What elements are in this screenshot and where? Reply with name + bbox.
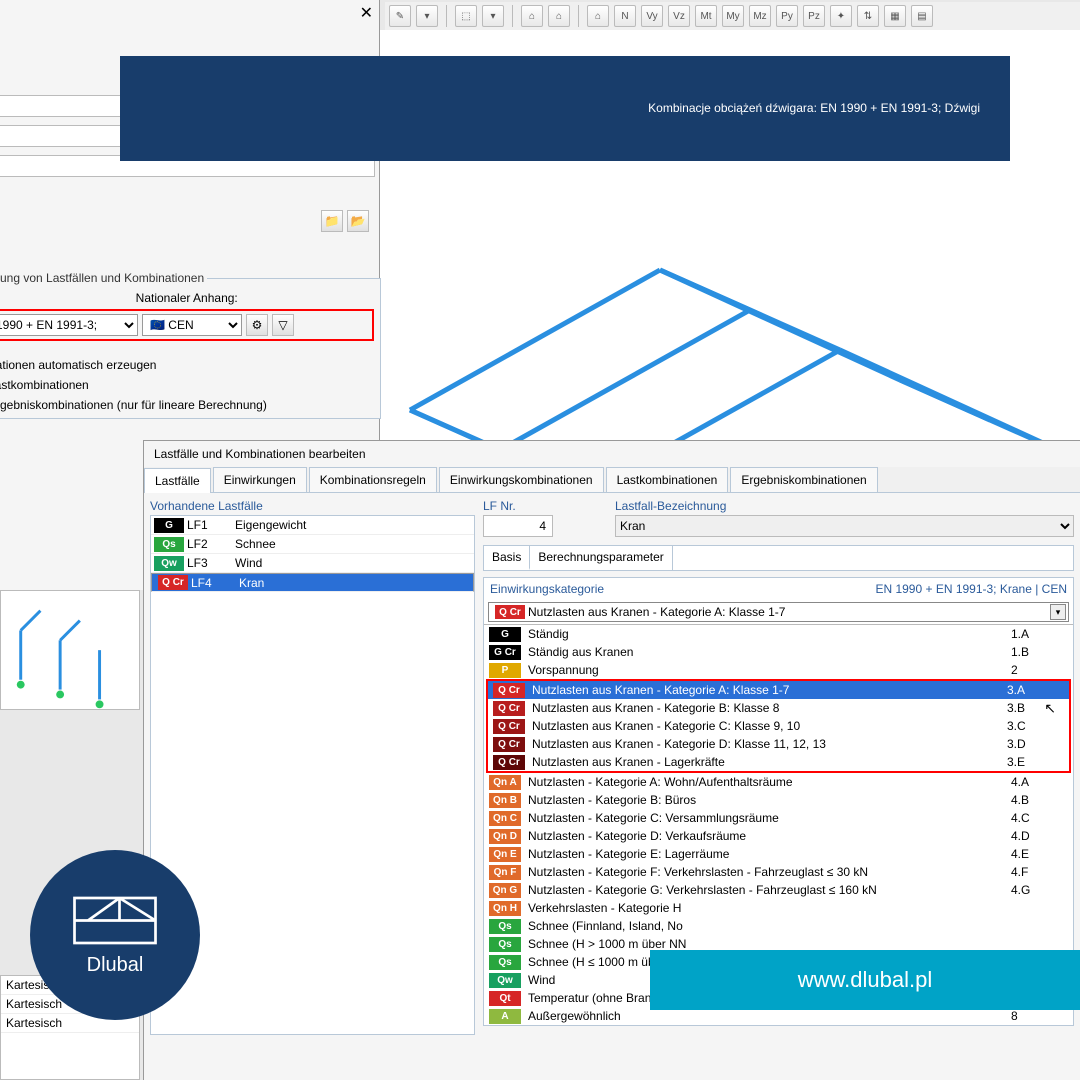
- main-tabs: LastfälleEinwirkungenKombinationsregelnE…: [144, 467, 1080, 493]
- category-combobox[interactable]: Q Cr Nutzlasten aus Kranen - Kategorie A…: [488, 602, 1069, 622]
- title-banner: Kombinacje obciążeń dźwigara: EN 1990 + …: [120, 56, 1010, 161]
- category-row[interactable]: Qn B Nutzlasten - Kategorie B: Büros4.B: [484, 791, 1073, 809]
- subtab-1[interactable]: Berechnungsparameter: [530, 546, 672, 570]
- toolbar-btn-10[interactable]: Mt: [695, 5, 717, 27]
- tab-4[interactable]: Lastkombinationen: [606, 467, 729, 492]
- groupbox-title: sifizierung von Lastfällen und Kombinati…: [0, 271, 207, 285]
- toolbar-btn-16[interactable]: ⇅: [857, 5, 879, 27]
- chevron-down-icon[interactable]: ▾: [1050, 604, 1066, 620]
- toolbar-btn-9[interactable]: Vz: [668, 5, 690, 27]
- cat-label: Einwirkungskategorie: [490, 582, 604, 596]
- category-row[interactable]: Q Cr Nutzlasten aus Kranen - Kategorie D…: [488, 735, 1069, 753]
- standard-groupbox: sifizierung von Lastfällen und Kombinati…: [0, 271, 381, 419]
- tab-1[interactable]: Einwirkungen: [213, 467, 307, 492]
- logo-text: Dlubal: [87, 954, 144, 977]
- tab-2[interactable]: Kombinationsregeln: [309, 467, 437, 492]
- category-row[interactable]: Qn G Nutzlasten - Kategorie G: Verkehrsl…: [484, 881, 1073, 899]
- settings-icon[interactable]: ⚙: [246, 314, 268, 336]
- annex-select[interactable]: 🇪🇺 CEN: [142, 314, 242, 336]
- icon-folder[interactable]: 📂: [347, 210, 369, 232]
- close-icon[interactable]: ✕: [360, 3, 373, 23]
- annex-label: Nationaler Anhang:: [136, 291, 238, 305]
- tab-3[interactable]: Einwirkungskombinationen: [439, 467, 604, 492]
- category-row[interactable]: Qn E Nutzlasten - Kategorie E: Lagerräum…: [484, 845, 1073, 863]
- category-row[interactable]: Q Cr Nutzlasten aus Kranen - Kategorie B…: [488, 699, 1069, 717]
- category-row[interactable]: Q Cr Nutzlasten aus Kranen - Kategorie C…: [488, 717, 1069, 735]
- loadcase-row[interactable]: QwLF3Wind: [151, 554, 474, 573]
- toolbar-btn-15[interactable]: ✦: [830, 5, 852, 27]
- banner-text: Kombinacje obciążeń dźwigara: EN 1990 + …: [648, 100, 980, 117]
- loadcase-row[interactable]: GLF1Eigengewicht: [151, 516, 474, 535]
- toolbar-btn-6[interactable]: ⌂: [587, 5, 609, 27]
- toolbar-btn-3[interactable]: ▾: [482, 5, 504, 27]
- category-row[interactable]: P Vorspannung2: [484, 661, 1073, 679]
- highlighted-standard-row: EN 1990 + EN 1991-3; 🇪🇺 CEN ⚙ ▽: [0, 309, 374, 341]
- icon-folder-add[interactable]: 📁: [321, 210, 343, 232]
- category-row[interactable]: Q Cr Nutzlasten aus Kranen - Lagerkräfte…: [488, 753, 1069, 771]
- tab-0[interactable]: Lastfälle: [144, 468, 211, 493]
- lfnr-input[interactable]: [483, 515, 553, 537]
- tag-qcr: Q Cr: [495, 605, 525, 619]
- toolbar-btn-8[interactable]: Vy: [641, 5, 663, 27]
- top-toolbar: ✎▾⬚▾⌂⌂⌂NVyVzMtMyMzPyPz✦⇅▦▤: [385, 2, 1080, 30]
- filter-icon[interactable]: ▽: [272, 314, 294, 336]
- toolbar-btn-5[interactable]: ⌂: [548, 5, 570, 27]
- loadcase-list[interactable]: GLF1Eigengewicht QsLF2Schnee QwLF3Wind Q…: [150, 515, 475, 1035]
- category-row[interactable]: Qs Schnee (Finnland, Island, No: [484, 917, 1073, 935]
- toolbar-btn-17[interactable]: ▦: [884, 5, 906, 27]
- toolbar-btn-18[interactable]: ▤: [911, 5, 933, 27]
- subtab-0[interactable]: Basis: [484, 546, 530, 570]
- bez-select[interactable]: Kran: [615, 515, 1074, 537]
- auto-create-label: ombinationen automatisch erzeugen: [0, 358, 374, 372]
- cat-standard: EN 1990 + EN 1991-3; Krane | CEN: [875, 582, 1067, 596]
- dialog-title: Lastfälle und Kombinationen bearbeiten: [144, 441, 1080, 467]
- toolbar-btn-2[interactable]: ⬚: [455, 5, 477, 27]
- dlubal-logo: Dlubal: [30, 850, 200, 1020]
- toolbar-btn-13[interactable]: Py: [776, 5, 798, 27]
- toolbar-btn-0[interactable]: ✎: [389, 5, 411, 27]
- toolbar-btn-1[interactable]: ▾: [416, 5, 438, 27]
- category-row[interactable]: G Ständig1.A: [484, 625, 1073, 643]
- toolbar-btn-7[interactable]: N: [614, 5, 636, 27]
- mini-viewport: [0, 590, 140, 710]
- toolbar-btn-12[interactable]: Mz: [749, 5, 771, 27]
- category-row[interactable]: Qn H Verkehrslasten - Kategorie H: [484, 899, 1073, 917]
- toolbar-btn-11[interactable]: My: [722, 5, 744, 27]
- loadcase-row[interactable]: QsLF2Schnee: [151, 535, 474, 554]
- category-row[interactable]: Qn A Nutzlasten - Kategorie A: Wohn/Aufe…: [484, 773, 1073, 791]
- category-row[interactable]: Qn F Nutzlasten - Kategorie F: Verkehrsl…: [484, 863, 1073, 881]
- category-row[interactable]: Qn C Nutzlasten - Kategorie C: Versammlu…: [484, 809, 1073, 827]
- tab-5[interactable]: Ergebniskombinationen: [730, 467, 877, 492]
- category-row[interactable]: Q Cr Nutzlasten aus Kranen - Kategorie A…: [488, 681, 1069, 699]
- lfnr-label: LF Nr.: [483, 499, 603, 513]
- website-banner: www.dlubal.pl: [650, 950, 1080, 1010]
- norm-select[interactable]: EN 1990 + EN 1991-3;: [0, 314, 138, 336]
- toolbar-btn-4[interactable]: ⌂: [521, 5, 543, 27]
- category-row[interactable]: Qn D Nutzlasten - Kategorie D: Verkaufsr…: [484, 827, 1073, 845]
- toolbar-btn-14[interactable]: Pz: [803, 5, 825, 27]
- sub-tabs: BasisBerechnungsparameter: [483, 545, 1074, 571]
- bez-label: Lastfall-Bezeichnung: [615, 499, 1074, 513]
- loadcase-row[interactable]: Q CrLF4Kran: [151, 573, 474, 592]
- category-row[interactable]: G Cr Ständig aus Kranen1.B: [484, 643, 1073, 661]
- left-col-header: Vorhandene Lastfälle: [150, 499, 475, 513]
- mouse-cursor-icon: ↖: [1044, 700, 1056, 717]
